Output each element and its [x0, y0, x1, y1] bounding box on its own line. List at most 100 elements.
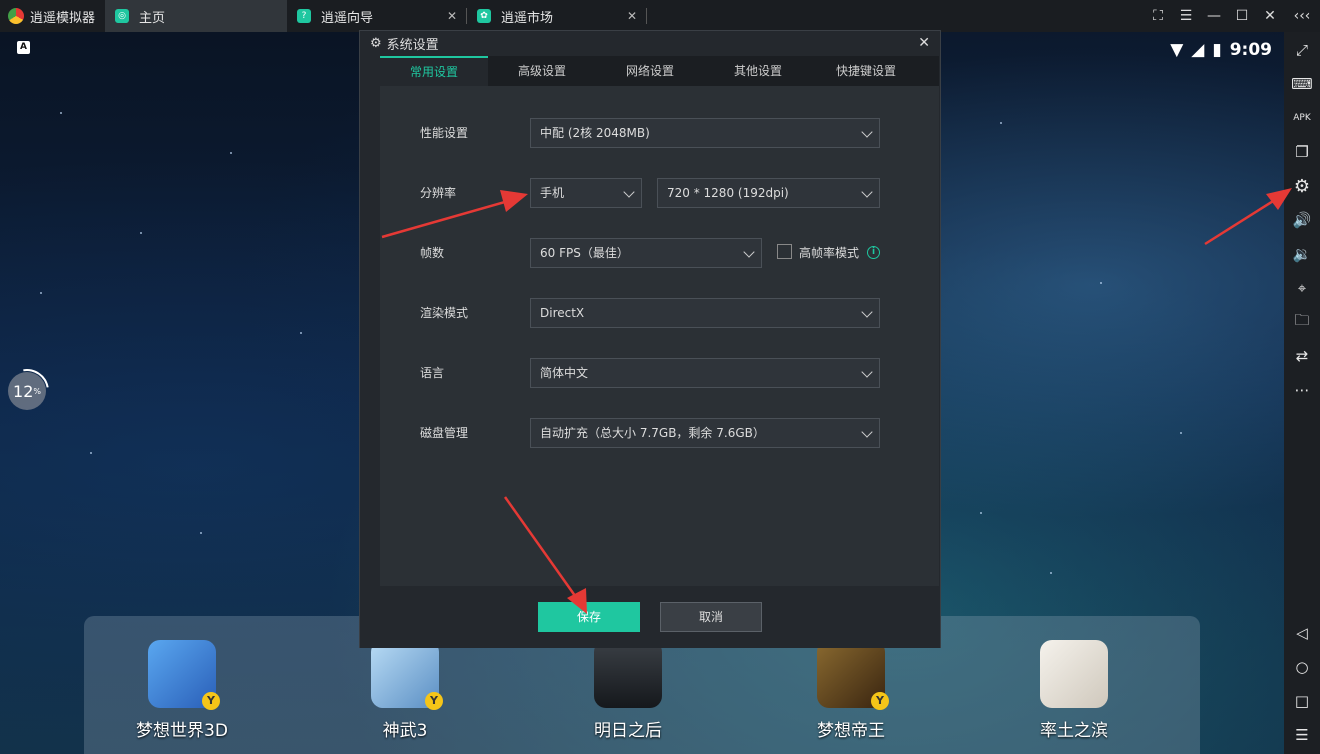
resolution-select[interactable]: 720 * 1280 (192dpi) — [657, 178, 880, 208]
select-value: 60 FPS（最佳） — [540, 246, 629, 260]
tab-market[interactable]: ✿ 逍遥市场 ✕ — [467, 0, 647, 32]
select-value: 自动扩充（总大小 7.7GB，剩余 7.6GB） — [540, 426, 765, 440]
close-icon[interactable]: ✕ — [918, 35, 930, 51]
title-bar: 逍遥模拟器 ◎ 主页 ? 逍遥向导 ✕ ✿ 逍遥市场 ✕ ⛶ ☰ — ☐ ✕ ‹… — [0, 0, 1320, 32]
right-toolbar: ⤢ ⌨ APK ❐ ⚙ 🔊 🔉 ⌖ 🗀 ⇄ ⋯ ◁ ○ □ ☰ — [1284, 32, 1320, 754]
high-fps-checkbox[interactable] — [777, 244, 792, 259]
tab-label: 逍遥向导 — [321, 10, 374, 26]
chevron-down-icon — [623, 186, 635, 198]
tab-home[interactable]: ◎ 主页 — [105, 0, 287, 32]
render-label: 渲染模式 — [420, 306, 469, 320]
dialog-title-bar: ⚙ 系统设置 ✕ — [360, 31, 940, 56]
help-icon: ? — [297, 9, 311, 23]
tab-network[interactable]: 网络设置 — [596, 56, 704, 86]
dialog-footer: 保存 取消 — [360, 586, 940, 648]
recent-icon[interactable]: □ — [1290, 689, 1314, 713]
progress-unit: % — [33, 386, 41, 396]
memory-progress[interactable]: 12% — [8, 372, 46, 410]
high-fps-label: 高帧率模式 — [799, 246, 860, 260]
select-value: 中配 (2核 2048MB) — [540, 126, 650, 140]
settings-body: 性能设置 中配 (2核 2048MB) 分辨率 手机 720 * 1280 (1… — [380, 86, 939, 586]
performance-select[interactable]: 中配 (2核 2048MB) — [530, 118, 880, 148]
volume-down-icon[interactable]: 🔉 — [1290, 242, 1314, 266]
fps-select[interactable]: 60 FPS（最佳） — [530, 238, 762, 268]
folder-icon[interactable]: 🗀 — [1290, 310, 1314, 334]
tab-shortcuts[interactable]: 快捷键设置 — [812, 56, 920, 86]
select-value: 手机 — [540, 186, 565, 200]
location-icon[interactable]: ⌖ — [1290, 276, 1314, 300]
tab-guide[interactable]: ? 逍遥向导 ✕ — [287, 0, 467, 32]
dock-app[interactable]: Y 梦想世界3D — [112, 640, 252, 741]
tab-general[interactable]: 常用设置 — [380, 56, 488, 86]
fps-label: 帧数 — [420, 246, 445, 260]
list-icon[interactable]: ☰ — [1290, 723, 1314, 747]
dock-app[interactable]: 率土之滨 — [1004, 640, 1144, 741]
app-name: 逍遥模拟器 — [30, 10, 96, 26]
settings-icon[interactable]: ⚙ — [1290, 174, 1314, 198]
dock-app-label: 梦想世界3D — [136, 721, 228, 741]
fullscreen-icon[interactable]: ⤢ — [1290, 38, 1314, 62]
progress-value: 12 — [13, 381, 34, 401]
settings-dialog: ⚙ 系统设置 ✕ 常用设置 高级设置 网络设置 其他设置 快捷键设置 性能设置 … — [359, 30, 941, 648]
game-icon — [594, 640, 662, 708]
device-type-select[interactable]: 手机 — [530, 178, 642, 208]
close-icon[interactable]: ✕ — [447, 9, 457, 23]
volume-up-icon[interactable]: 🔊 — [1290, 208, 1314, 232]
dock-app-label: 梦想帝王 — [817, 721, 885, 741]
collapse-icon[interactable]: ‹‹‹ — [1284, 8, 1320, 24]
chevron-down-icon — [861, 186, 873, 198]
dock-app-label: 率土之滨 — [1040, 721, 1108, 741]
game-icon — [1040, 640, 1108, 708]
performance-label: 性能设置 — [420, 126, 469, 140]
home-icon: ◎ — [115, 9, 129, 23]
cancel-button[interactable]: 取消 — [660, 602, 762, 632]
resolution-label: 分辨率 — [420, 186, 457, 200]
back-icon[interactable]: ◁ — [1290, 621, 1314, 645]
close-icon[interactable]: ✕ — [1256, 8, 1284, 24]
game-icon: Y — [371, 640, 443, 710]
clock: 9:09 — [1229, 40, 1272, 60]
tab-advanced[interactable]: 高级设置 — [488, 56, 596, 86]
dock-app[interactable]: 明日之后 — [558, 640, 698, 741]
tab-label: 主页 — [139, 10, 166, 26]
close-icon[interactable]: ✕ — [627, 9, 637, 23]
notification-badge: A — [17, 41, 30, 54]
select-value: 720 * 1280 (192dpi) — [667, 186, 789, 200]
rotate-icon[interactable]: ⇄ — [1290, 344, 1314, 368]
chevron-down-icon — [861, 306, 873, 318]
app-logo: 逍遥模拟器 — [0, 0, 105, 32]
apk-icon[interactable]: APK — [1290, 106, 1314, 130]
tab-label: 逍遥市场 — [501, 10, 554, 26]
minimize-icon[interactable]: — — [1200, 8, 1228, 24]
menu-icon[interactable]: ☰ — [1172, 8, 1200, 24]
multi-window-icon[interactable]: ❐ — [1290, 140, 1314, 164]
android-status-bar: ▼ ◢ ▮ 9:09 — [1170, 40, 1272, 60]
maximize-icon[interactable]: ☐ — [1228, 8, 1256, 24]
chevron-down-icon — [861, 126, 873, 138]
disk-label: 磁盘管理 — [420, 426, 469, 440]
dialog-tabs: 常用设置 高级设置 网络设置 其他设置 快捷键设置 — [380, 56, 939, 86]
keyboard-icon[interactable]: ⌨ — [1290, 72, 1314, 96]
game-icon: Y — [817, 640, 889, 710]
dock-app[interactable]: Y 神武3 — [335, 640, 475, 741]
market-icon: ✿ — [477, 9, 491, 23]
language-select[interactable]: 简体中文 — [530, 358, 880, 388]
chevron-down-icon — [861, 366, 873, 378]
screenshot-icon[interactable]: ⛶ — [1144, 8, 1172, 24]
home-nav-icon[interactable]: ○ — [1290, 655, 1314, 679]
language-label: 语言 — [420, 366, 445, 380]
select-value: DirectX — [540, 306, 585, 320]
dock-app-label: 明日之后 — [594, 721, 662, 741]
disk-select[interactable]: 自动扩充（总大小 7.7GB，剩余 7.6GB） — [530, 418, 880, 448]
save-button[interactable]: 保存 — [538, 602, 640, 632]
dialog-title: 系统设置 — [386, 38, 439, 53]
game-icon: Y — [148, 640, 220, 710]
more-icon[interactable]: ⋯ — [1290, 378, 1314, 402]
dock-app[interactable]: Y 梦想帝王 — [781, 640, 921, 741]
battery-icon: ▮ — [1212, 40, 1222, 60]
app-logo-icon — [8, 8, 24, 24]
render-select[interactable]: DirectX — [530, 298, 880, 328]
info-icon[interactable]: i — [867, 246, 880, 259]
signal-icon: ◢ — [1191, 40, 1205, 60]
tab-other[interactable]: 其他设置 — [704, 56, 812, 86]
